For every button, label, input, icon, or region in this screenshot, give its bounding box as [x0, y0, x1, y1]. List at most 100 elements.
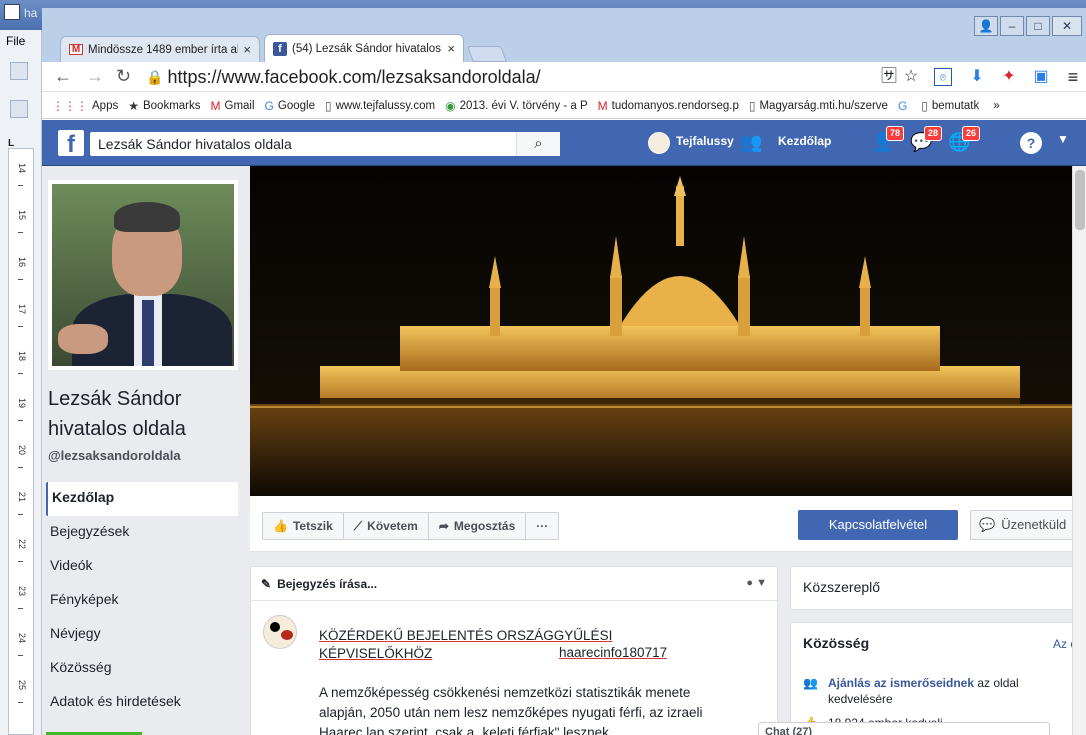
category-card: Közszereplő	[790, 566, 1086, 610]
bookmark-item[interactable]: ▯ www.tejfalussy.com	[325, 99, 435, 113]
scrollbar-thumb[interactable]	[1075, 170, 1085, 230]
bookmark-item[interactable]: ▯ Magyarság.mti.hu/szerve	[749, 99, 888, 113]
ruler-dash	[18, 702, 23, 703]
post-avatar[interactable]	[263, 615, 297, 649]
bookmark-item[interactable]: ▯ bemutatk	[921, 99, 979, 113]
gmail-icon: M	[69, 44, 83, 55]
sidebar-item[interactable]: Közösség	[46, 652, 238, 686]
profile-icon[interactable]: 👤	[974, 16, 998, 36]
extension-icon[interactable]: ✦	[1000, 68, 1018, 86]
browser-toolbar: ← → ↻ 🔒 https://www.facebook.com/lezsaks…	[42, 62, 1086, 92]
globe-icon: ◉	[445, 98, 456, 113]
contact-button[interactable]: Kapcsolatfelvétel	[798, 510, 958, 540]
sidebar-item[interactable]: Videók	[46, 550, 238, 584]
menu-icon[interactable]: ≡	[1064, 68, 1082, 86]
close-tab-icon[interactable]: ×	[447, 41, 455, 56]
google-icon: G	[897, 98, 908, 113]
download-icon[interactable]: ⬇	[968, 68, 986, 86]
sidebar-item[interactable]: Adatok és hirdetések	[46, 686, 238, 720]
page-scrollbar[interactable]	[1072, 166, 1086, 735]
word-toolbar-icon[interactable]	[10, 100, 28, 118]
search-input[interactable]: Lezsák Sándor hivatalos oldala	[90, 132, 560, 156]
star-icon[interactable]: ☆	[902, 68, 920, 86]
extension-icon[interactable]: ▣	[1032, 68, 1050, 86]
parliament-image	[250, 166, 1086, 496]
community-card: Közösség Az öss 👥 Ajánlás az ismerőseidn…	[790, 622, 1086, 735]
close-window-button[interactable]: ✕	[1052, 16, 1082, 36]
ruler-tick-label: 22	[17, 539, 27, 550]
ruler-dash	[18, 514, 23, 515]
bookmark-item[interactable]: G	[898, 99, 911, 113]
pencil-icon: ✎	[261, 577, 272, 591]
search-icon[interactable]: ⌕	[516, 132, 560, 156]
message-label: Üzenetküld	[1001, 517, 1067, 532]
maximize-button[interactable]: □	[1026, 16, 1050, 36]
facebook-page: Lezsák Sándor hivatalos oldala @lezsaksa…	[42, 166, 1086, 735]
window-controls: 👤 – □ ✕	[974, 16, 1082, 36]
bookmarks-overflow-button[interactable]: »	[993, 100, 999, 112]
word-toolbar-icon[interactable]	[10, 62, 28, 80]
like-button[interactable]: 👍 Tetszik	[263, 513, 344, 539]
invite-link[interactable]: Ajánlás az ismerőseidnek	[828, 676, 974, 690]
bookmark-item[interactable]: Mtudomanyos.rendorseg.p	[598, 99, 739, 113]
bookmark-item[interactable]: ★ Bookmarks	[128, 99, 200, 113]
ruler-dash	[18, 232, 23, 233]
profile-link[interactable]: Tejfalussy	[676, 134, 734, 148]
home-link[interactable]: Kezdőlap	[778, 134, 831, 148]
sidebar-item[interactable]: Kezdőlap	[46, 482, 238, 516]
avatar[interactable]	[648, 132, 670, 154]
new-tab-button[interactable]	[467, 46, 507, 62]
translate-icon[interactable]: 🈂	[880, 68, 898, 86]
follow-label: Követem	[367, 519, 418, 533]
invite-friends-row[interactable]: 👥 Ajánlás az ismerőseidnek az oldal kedv…	[803, 675, 1043, 707]
messages-icon[interactable]: 💬 28	[910, 126, 942, 154]
find-friends-icon[interactable]: 👥	[740, 132, 762, 154]
reload-icon[interactable]: ↻	[116, 66, 131, 87]
share-button[interactable]: ➦ Megosztás	[429, 513, 527, 539]
page-handle[interactable]: @lezsaksandoroldala	[48, 448, 181, 463]
chevron-down-icon[interactable]: ▼	[1052, 132, 1074, 154]
more-button[interactable]: ···	[526, 513, 558, 539]
chat-bar[interactable]: Chat (27)	[758, 722, 1050, 735]
url-text: https://www.facebook.com/lezsaksandorold…	[167, 66, 541, 87]
facebook-header: f Lezsák Sándor hivatalos oldala ⌕ Tejfa…	[42, 120, 1086, 166]
minimize-button[interactable]: –	[1000, 16, 1024, 36]
page-title: Lezsák Sándor hivatalos oldala	[48, 388, 186, 440]
bookmark-item[interactable]: M Gmail	[211, 99, 255, 113]
bookmark-item[interactable]: ◉ 2013. évi V. törvény - a P	[445, 99, 588, 113]
gmail-icon: M	[210, 98, 221, 113]
address-bar[interactable]: 🔒 https://www.facebook.com/lezsaksandoro…	[146, 65, 906, 89]
page-category: Közszereplő	[803, 579, 881, 595]
follow-button[interactable]: ⟋ Követem	[344, 513, 429, 539]
bookmark-item[interactable]: ⋮⋮⋮ Apps	[52, 99, 118, 113]
bookmark-item[interactable]: G Google	[265, 99, 315, 113]
tab-facebook[interactable]: f (54) Lezsák Sándor hivatalos ×	[264, 34, 464, 62]
page-action-bar: 👍 Tetszik ⟋ Követem ➦ Megosztás ··· Kapcsol…	[250, 496, 1086, 552]
sidebar-item[interactable]: Bejegyzések	[46, 516, 238, 550]
ruler-tick-label: 20	[17, 445, 27, 456]
post-as-selector[interactable]: ● ▼	[746, 577, 767, 590]
ruler-dash	[18, 467, 23, 468]
community-title: Közösség	[803, 635, 870, 651]
facebook-logo-icon[interactable]: f	[58, 130, 84, 158]
extension-icon[interactable]: ⌾	[934, 68, 952, 86]
ruler-tick-label: 14	[17, 163, 27, 174]
sidebar-item[interactable]: Fényképek	[46, 584, 238, 618]
tab-gmail[interactable]: M Mindössze 1489 ember írta al ×	[60, 36, 260, 62]
forward-icon[interactable]: →	[86, 66, 104, 87]
close-tab-icon[interactable]: ×	[243, 42, 251, 57]
profile-picture[interactable]	[48, 180, 238, 370]
sidebar-item[interactable]: Névjegy	[46, 618, 238, 652]
notifications-icon[interactable]: 🌐 26	[948, 126, 980, 154]
ruler-tick-label: 18	[17, 351, 27, 362]
vertical-ruler: 14 15 16 17 18 19 20 21 22 23 24 25	[8, 148, 34, 735]
composer-header[interactable]: ✎ Bejegyzés írása... ● ▼	[251, 567, 777, 601]
bookmark-label: Gmail	[224, 99, 255, 112]
message-button[interactable]: 💬 Üzenetküld	[970, 510, 1086, 540]
cover-photo[interactable]	[250, 166, 1086, 496]
tab-label: (54) Lezsák Sándor hivatalos	[292, 42, 441, 55]
help-icon[interactable]: ?	[1020, 132, 1042, 154]
back-icon[interactable]: ←	[54, 66, 72, 87]
friend-requests-icon[interactable]: 👤 78	[872, 126, 904, 154]
file-menu[interactable]: File	[6, 34, 25, 48]
